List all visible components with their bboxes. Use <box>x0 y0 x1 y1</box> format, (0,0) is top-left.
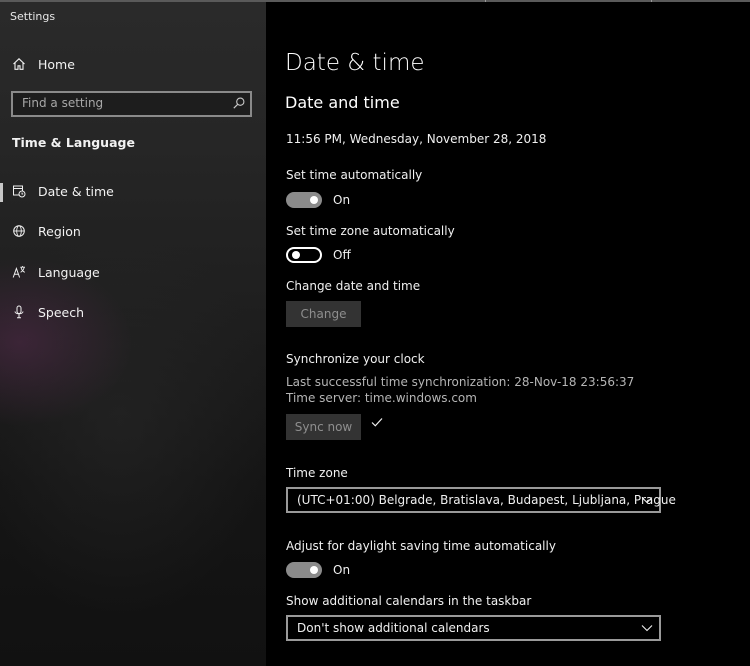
app-title: Settings <box>10 10 56 23</box>
section-title: Date and time <box>285 93 400 112</box>
toggle-knob <box>310 196 318 204</box>
timezone-value: (UTC+01:00) Belgrade, Bratislava, Budape… <box>297 493 676 507</box>
set-timezone-auto-label: Set time zone automatically <box>286 224 455 238</box>
current-datetime: 11:56 PM, Wednesday, November 28, 2018 <box>286 132 547 146</box>
calendars-value: Don't show additional calendars <box>297 621 490 635</box>
checkmark-icon <box>371 418 383 427</box>
selection-indicator <box>0 183 3 202</box>
sidebar-item-label: Home <box>38 56 75 72</box>
sidebar-item-label: Date & time <box>38 183 114 199</box>
time-server-text: Time server: time.windows.com <box>286 391 477 405</box>
sidebar-item-language[interactable]: Language <box>12 262 100 282</box>
globe-icon <box>12 224 26 238</box>
last-sync-text: Last successful time synchronization: 28… <box>286 375 635 389</box>
sidebar-item-date-time[interactable]: Date & time <box>12 181 114 201</box>
main-content: Date & time Date and time 11:56 PM, Wedn… <box>266 2 750 666</box>
chevron-down-icon <box>641 625 653 632</box>
sidebar-item-label: Region <box>38 223 81 239</box>
microphone-icon <box>12 305 26 319</box>
search-icon[interactable] <box>232 96 246 110</box>
home-icon <box>12 57 26 71</box>
sidebar-item-home[interactable]: Home <box>12 54 75 74</box>
chevron-down-icon <box>641 497 653 504</box>
toggle-knob <box>310 566 318 574</box>
search-placeholder: Find a setting <box>22 96 104 110</box>
search-input[interactable]: Find a setting <box>11 91 252 117</box>
calendars-dropdown[interactable]: Don't show additional calendars <box>286 615 661 641</box>
change-button[interactable]: Change <box>286 301 361 327</box>
sidebar-item-label: Speech <box>38 304 85 320</box>
toggle-knob <box>292 251 300 259</box>
dst-state: On <box>333 563 351 577</box>
calendars-label: Show additional calendars in the taskbar <box>286 594 532 608</box>
sidebar-item-region[interactable]: Region <box>12 221 81 241</box>
timezone-label: Time zone <box>286 466 348 480</box>
sync-title: Synchronize your clock <box>286 352 425 366</box>
set-time-auto-toggle[interactable] <box>286 192 322 208</box>
set-timezone-auto-state: Off <box>333 248 351 262</box>
sidebar-section-title: Time & Language <box>12 135 135 150</box>
sync-now-button[interactable]: Sync now <box>286 414 361 440</box>
language-icon <box>12 265 26 279</box>
sidebar: Settings Home Find a setting Time & Lang… <box>0 2 266 666</box>
change-datetime-label: Change date and time <box>286 279 421 293</box>
dst-label: Adjust for daylight saving time automati… <box>286 539 556 553</box>
sidebar-item-speech[interactable]: Speech <box>12 302 84 322</box>
set-time-auto-state: On <box>333 193 351 207</box>
calendar-clock-icon <box>12 184 26 198</box>
page-title: Date & time <box>285 50 425 76</box>
timezone-dropdown[interactable]: (UTC+01:00) Belgrade, Bratislava, Budape… <box>286 487 676 513</box>
dst-toggle[interactable] <box>286 562 322 578</box>
set-timezone-auto-toggle[interactable] <box>286 247 322 263</box>
set-time-auto-label: Set time automatically <box>286 168 423 182</box>
sidebar-item-label: Language <box>38 264 100 280</box>
